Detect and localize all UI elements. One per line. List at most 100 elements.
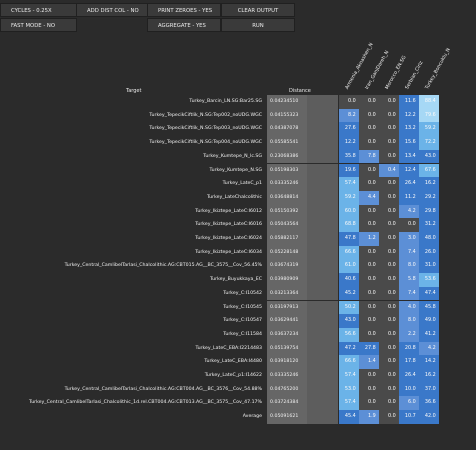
distance-value: 0.05150392 (267, 204, 307, 219)
print-zeroes-button[interactable]: PRINT ZEROES - YES (147, 3, 221, 17)
percentage-cell: 0.0 (379, 190, 399, 205)
percentage-cell: 0.4 (379, 163, 399, 178)
aggregate-button[interactable]: AGGREGATE - YES (147, 18, 221, 32)
table-row: Turkey_C:I10542 0.03213364 45.2 0.0 0.0 7.4 47… (0, 286, 476, 301)
distance-column-header: Distance (289, 88, 311, 94)
distance-value: 0.05043564 (267, 218, 307, 232)
distance-bar (307, 355, 338, 369)
percentage-cell: 57.4 (339, 396, 359, 411)
distance-bar (307, 286, 338, 301)
percentage-cell: 0.0 (379, 136, 399, 150)
fast-mode-button[interactable]: FAST MODE - NO (0, 18, 77, 32)
percentage-cell: 59.2 (419, 122, 439, 137)
percentage-cell: 0.0 (339, 95, 359, 109)
percentage-cell: 17.8 (399, 355, 419, 369)
percentage-cell: 45.4 (339, 410, 359, 424)
percentage-cell: 1.2 (359, 232, 379, 246)
percentage-cell: 0.0 (359, 327, 379, 342)
target-name: Turkey_Central_CamlibelTarlasi_Chalcolit… (64, 263, 262, 269)
table-row: Turkey_TepecikCiftlik_N.SG:Tep003_noUDG.… (0, 122, 476, 137)
target-name: Turkey_LateC_EBA:I4480 (204, 359, 262, 365)
percentage-cell: 7.8 (359, 149, 379, 164)
table-row: Turkey_Central_CamlibelTarlasi_Chalcolit… (0, 259, 476, 274)
percentage-cell: 0.0 (379, 149, 399, 164)
distance-value: 0.03335246 (267, 177, 307, 191)
percentage-cell: 0.0 (379, 108, 399, 123)
sample-header: Armenia_Aknashen_N (345, 42, 375, 91)
target-name: Turkey_Kumtepe_N.SG (209, 167, 262, 173)
percentage-cell: 43.0 (339, 314, 359, 328)
target-name: Turkey_Ikiztepe_LateC:I6016 (195, 222, 262, 228)
percentage-cell: 26.4 (399, 369, 419, 383)
distance-value: 0.04234510 (267, 95, 307, 109)
distance-bar (307, 300, 338, 315)
sample-header: Morocco_EN.SG (385, 55, 408, 91)
percentage-cell: 16.2 (419, 177, 439, 191)
percentage-cell: 0.0 (359, 245, 379, 260)
run-button[interactable]: RUN (221, 18, 295, 32)
table-row: Turkey_LateChalcolithic 0.03648814 59.2 4.4… (0, 190, 476, 205)
clear-output-button[interactable]: CLEAR OUTPUT (221, 3, 295, 17)
distance-value: 0.03724384 (267, 396, 307, 411)
percentage-cell: 37.0 (419, 382, 439, 397)
distance-bar (307, 382, 338, 397)
target-name: Average (242, 414, 262, 420)
percentage-cell: 29.8 (419, 204, 439, 219)
distance-bar (307, 327, 338, 342)
percentage-cell: 4.2 (419, 341, 439, 356)
distance-value: 0.23068386 (267, 149, 307, 164)
target-name: Turkey_Barcin_LN.SG:Bar25.SG (189, 99, 262, 104)
target-name: Turkey_TepecikCiftlik_N.SG:Tep004_noUDG.… (149, 140, 262, 146)
percentage-cell: 59.2 (339, 190, 359, 205)
percentage-cell: 0.0 (379, 341, 399, 356)
percentage-cell: 14.2 (419, 355, 439, 369)
percentage-cell: 43.0 (419, 149, 439, 164)
percentage-cell: 0.0 (359, 273, 379, 287)
distance-value: 0.03637234 (267, 327, 307, 342)
distance-bar (307, 341, 338, 356)
distance-bar (307, 136, 338, 150)
percentage-cell: 61.0 (339, 259, 359, 274)
percentage-cell: 88.4 (419, 95, 439, 109)
target-name: Turkey_LateC_EBA:I2214483 (195, 345, 262, 351)
distance-value: 0.05882117 (267, 232, 307, 246)
distance-bar (307, 273, 338, 287)
target-column-header: Target (126, 88, 142, 94)
target-name: Turkey_Ikiztepe_LateC:I6024 (195, 236, 262, 241)
distance-bar (307, 204, 338, 219)
percentage-cell: 16.2 (419, 369, 439, 383)
percentage-cell: 79.6 (419, 108, 439, 123)
percentage-cell: 1.4 (359, 355, 379, 369)
target-name: Turkey_C:I11584 (223, 331, 262, 337)
percentage-cell: 45.2 (339, 286, 359, 301)
percentage-cell: 20.8 (399, 341, 419, 356)
percentage-cell: 19.6 (339, 163, 359, 178)
percentage-cell: 0.0 (379, 355, 399, 369)
percentage-cell: 56.6 (339, 327, 359, 342)
add-dist-col-button[interactable]: ADD DIST COL - NO (76, 3, 148, 17)
percentage-cell: 45.8 (419, 300, 439, 315)
sample-header: Turkey_Boncuklu_N (425, 47, 452, 91)
target-name: Turkey_C:I10545 (223, 304, 262, 310)
distance-value: 0.04765200 (267, 382, 307, 397)
percentage-cell: 0.0 (359, 382, 379, 397)
percentage-cell: 0.0 (359, 259, 379, 274)
distance-bar (307, 108, 338, 123)
percentage-cell: 0.0 (379, 300, 399, 315)
table-row: Turkey_LateC_EBA:I4480 0.03918120 66.6 1.4 0… (0, 355, 476, 369)
percentage-cell: 67.6 (419, 163, 439, 178)
target-name: Turkey_LateC_p1:I14622 (204, 373, 262, 378)
distance-value: 0.05198303 (267, 163, 307, 178)
distance-bar (307, 95, 338, 109)
percentage-cell: 35.8 (339, 149, 359, 164)
percentage-cell: 66.6 (339, 245, 359, 260)
percentage-cell: 7.4 (399, 245, 419, 260)
target-name: Turkey_TepecikCiftlik_N.SG:Tep003_noUDG.… (149, 126, 262, 132)
cycles-button[interactable]: CYCLES - 0.25X (0, 3, 77, 17)
target-name: Turkey_Ikiztepe_LateC:I6034 (195, 249, 262, 255)
percentage-cell: 0.0 (379, 314, 399, 328)
percentage-cell: 4.4 (359, 190, 379, 205)
percentage-cell: 53.6 (419, 273, 439, 287)
percentage-cell: 0.0 (359, 95, 379, 109)
target-name: Turkey_LateChalcolithic (207, 194, 262, 200)
